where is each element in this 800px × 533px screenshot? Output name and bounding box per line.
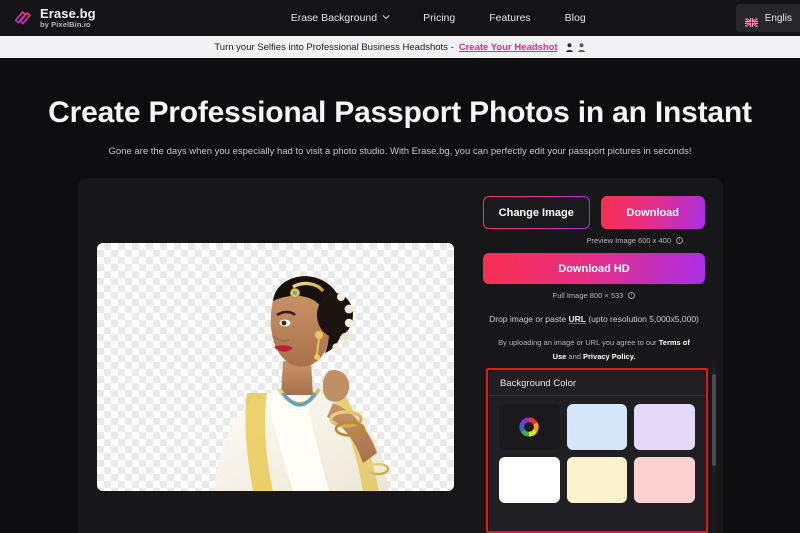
swatch-light-blue[interactable]	[567, 404, 628, 450]
nav-item-label: Blog	[565, 12, 586, 24]
full-image-size: Full Image 800 × 533	[553, 291, 624, 300]
promo-icons	[565, 42, 586, 53]
brand-logo[interactable]: Erase.bg by PixelBin.io	[0, 7, 96, 29]
page-title: Create Professional Passport Photos in a…	[0, 96, 800, 130]
swatch-lavender[interactable]	[634, 404, 695, 450]
terms-prefix: By uploading an image or URL you agree t…	[498, 338, 659, 347]
promo-text: Turn your Selfies into Professional Busi…	[214, 42, 453, 53]
hero-section: Create Professional Passport Photos in a…	[0, 58, 800, 160]
erasebg-passport-photo-page: Erase.bg by PixelBin.io Erase Background…	[0, 0, 800, 533]
image-canvas-area	[78, 178, 473, 533]
download-button[interactable]: Download	[601, 196, 706, 229]
erasebg-logo-icon	[12, 7, 34, 29]
language-label: Englis	[765, 13, 792, 24]
paste-url-link[interactable]: URL	[568, 314, 585, 324]
brand-name: Erase.bg	[40, 7, 96, 21]
drop-image-hint: Drop image or paste URL (upto resolution…	[483, 314, 705, 324]
portrait-image	[97, 243, 454, 491]
info-circle-icon[interactable]: i	[628, 292, 635, 299]
nav-item-label: Pricing	[423, 12, 455, 24]
background-color-panel: Background Color	[489, 371, 705, 533]
primary-action-row: Change Image Download	[483, 196, 705, 229]
top-navigation-bar: Erase.bg by PixelBin.io Erase Background…	[0, 0, 800, 36]
language-selector[interactable]: Englis	[736, 4, 800, 32]
nav-item-label: Erase Background	[291, 12, 377, 24]
drop-hint-suffix: (upto resolution 5,000x5,000)	[586, 314, 699, 324]
terms-link[interactable]: Terms of	[659, 338, 690, 347]
background-color-title: Background Color	[489, 371, 705, 396]
nav-item-label: Features	[489, 12, 530, 24]
change-image-button[interactable]: Change Image	[483, 196, 590, 229]
swatch-white[interactable]	[499, 457, 560, 503]
info-circle-icon[interactable]: i	[676, 237, 683, 244]
swatch-light-pink[interactable]	[634, 457, 695, 503]
download-hd-button[interactable]: Download HD	[483, 253, 705, 284]
person-avatar-icon	[577, 42, 586, 53]
nav-item-erase-background[interactable]: Erase Background	[291, 12, 389, 24]
terms-text: By uploading an image or URL you agree t…	[483, 336, 705, 365]
terms-and: and	[566, 352, 583, 361]
image-preview[interactable]	[97, 243, 454, 491]
chevron-down-icon	[382, 14, 389, 21]
uk-flag-icon	[745, 14, 758, 23]
nav-item-pricing[interactable]: Pricing	[423, 12, 455, 24]
page-subtitle: Gone are the days when you especially ha…	[0, 144, 800, 160]
brand-subtitle: by PixelBin.io	[40, 21, 96, 29]
background-color-swatches	[489, 396, 705, 513]
terms-link-continued[interactable]: Use	[553, 352, 567, 361]
create-headshot-link[interactable]: Create Your Headshot	[459, 42, 558, 53]
privacy-policy-link[interactable]: Privacy Policy.	[583, 352, 635, 361]
swatch-color-picker[interactable]	[499, 404, 560, 450]
drop-hint-prefix: Drop image or paste	[489, 314, 568, 324]
nav-item-blog[interactable]: Blog	[565, 12, 586, 24]
full-image-meta: Full Image 800 × 533 i	[483, 291, 705, 300]
person-badge-icon	[565, 42, 574, 53]
nav-links: Erase Background Pricing Features Blog	[291, 12, 586, 24]
swatch-cream[interactable]	[567, 457, 628, 503]
promo-banner: Turn your Selfies into Professional Busi…	[0, 36, 800, 58]
preview-image-size: Preview Image 600 x 400	[586, 236, 671, 245]
nav-item-features[interactable]: Features	[489, 12, 530, 24]
panel-scrollbar-thumb[interactable]	[712, 374, 716, 466]
color-wheel-icon	[517, 415, 541, 439]
preview-image-meta: Preview Image 600 x 400 i	[483, 236, 705, 245]
